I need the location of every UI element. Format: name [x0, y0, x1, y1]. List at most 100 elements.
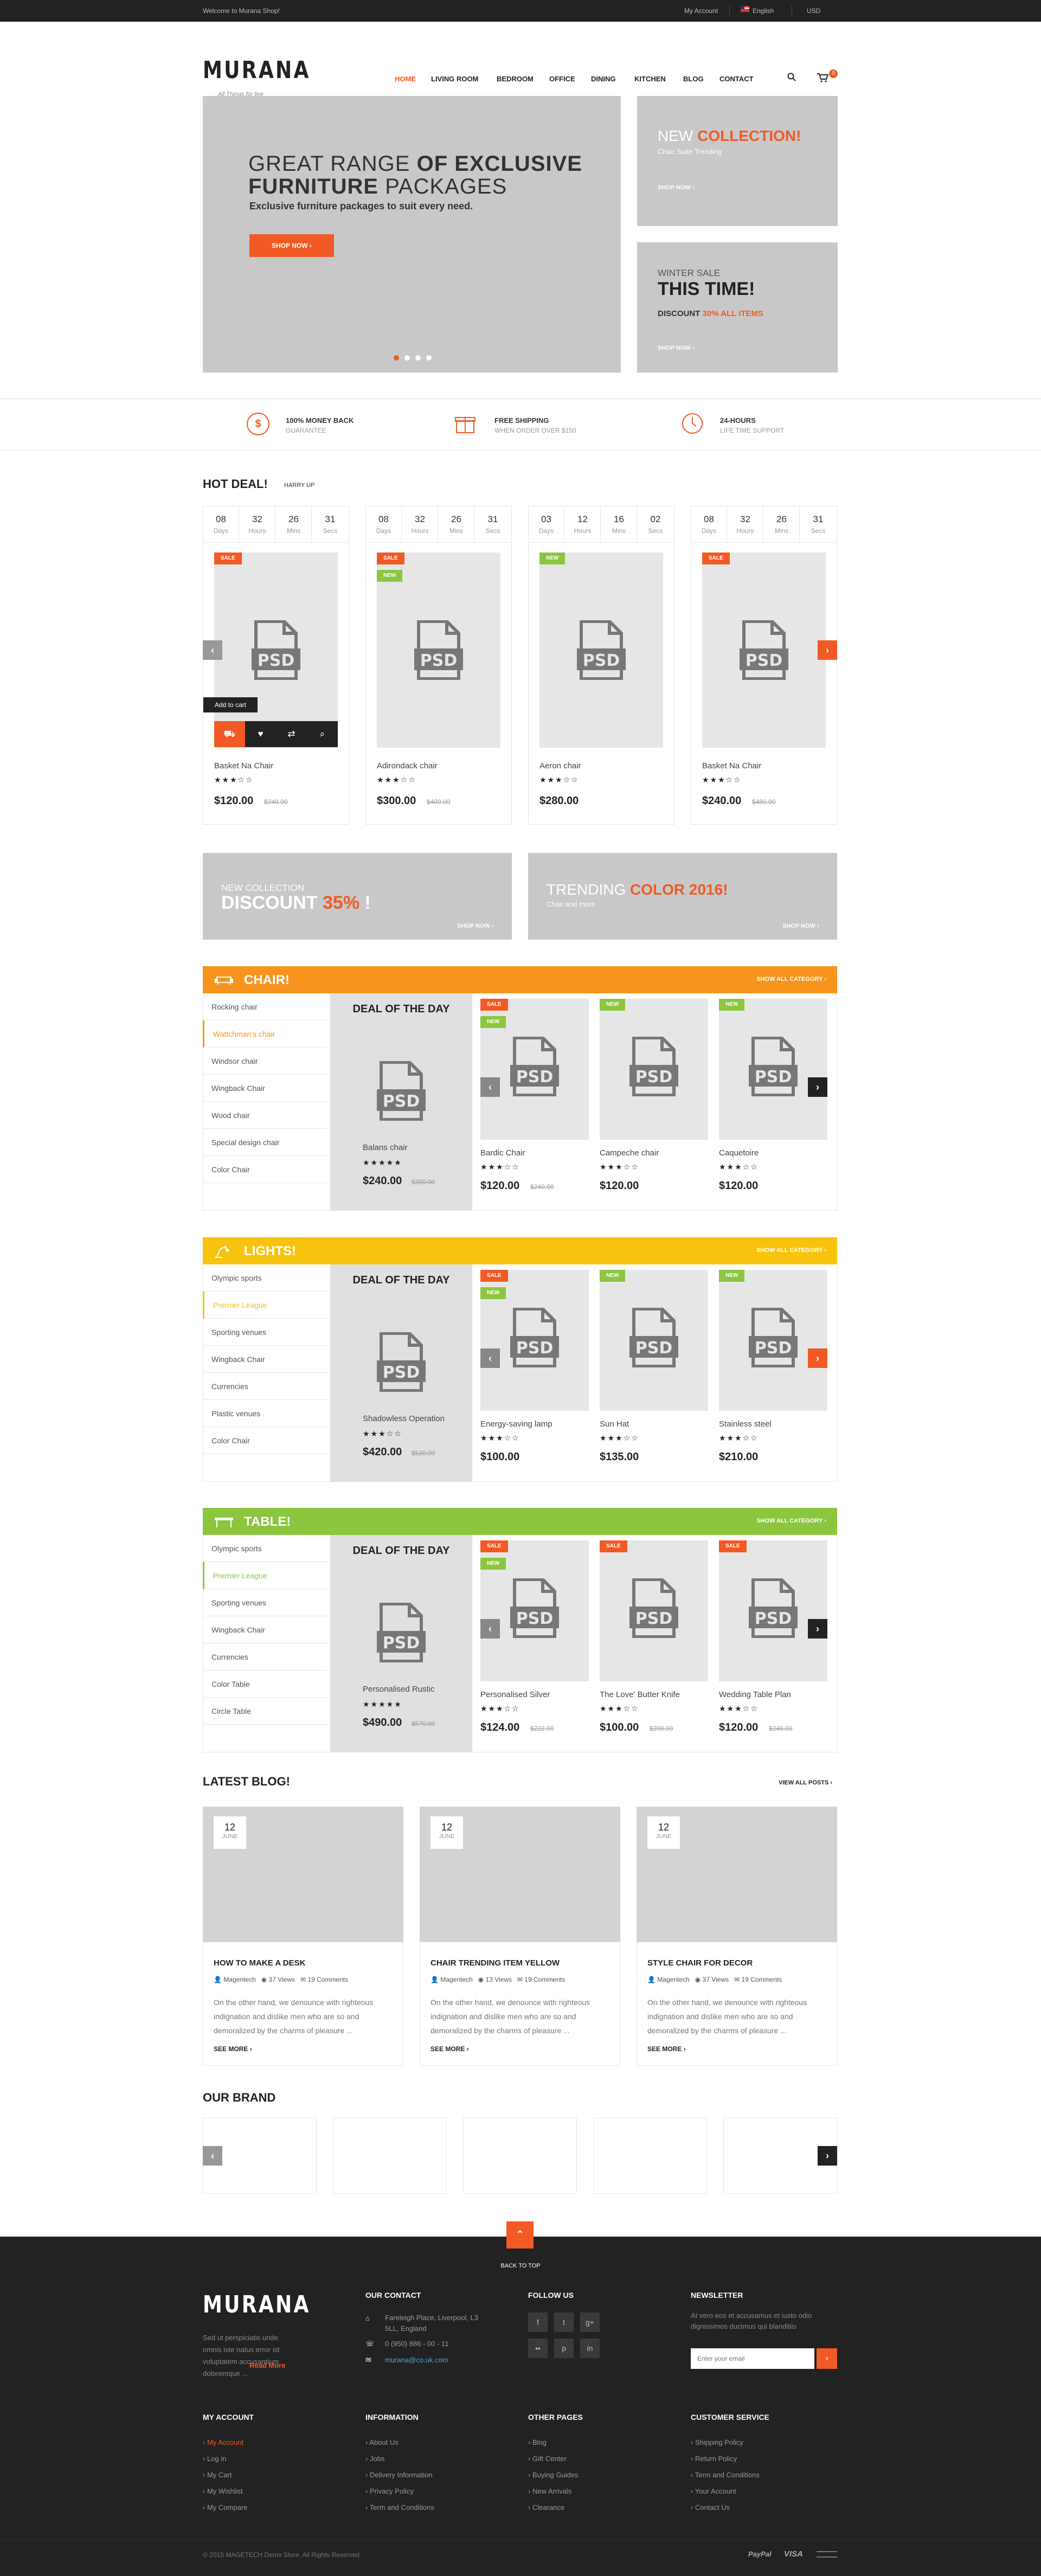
- deal-of-the-day[interactable]: DEAL OF THE DAY PSD Balans chair ★★★★★ $240.…: [330, 993, 472, 1211]
- footer-link[interactable]: › Buying Guides: [528, 2471, 579, 2479]
- category-side-item[interactable]: Circle Table: [203, 1698, 327, 1725]
- linkedin-icon[interactable]: in: [580, 2339, 600, 2358]
- category-side-item[interactable]: Currencies: [203, 1643, 327, 1671]
- currency-select[interactable]: USD: [807, 7, 820, 15]
- footer-link[interactable]: › My Cart: [203, 2471, 232, 2479]
- product-image[interactable]: PSD SALE NEW: [480, 999, 589, 1140]
- product-image[interactable]: PSD NEW: [719, 999, 827, 1140]
- product-name[interactable]: Aeron chair: [539, 761, 581, 770]
- promo-winter-sale[interactable]: [637, 242, 838, 372]
- product-name[interactable]: Campeche chair: [600, 1148, 659, 1158]
- deal-of-the-day[interactable]: DEAL OF THE DAY PSD Personalised Rustic ★★★…: [330, 1535, 472, 1752]
- product-image[interactable]: PSD SALE NEW: [480, 1270, 589, 1411]
- footer-link[interactable]: › My Wishlist: [203, 2487, 243, 2495]
- category-side-item[interactable]: Rocking chair: [203, 993, 327, 1020]
- product-name[interactable]: Energy-saving lamp: [480, 1419, 552, 1429]
- category-side-item[interactable]: Color Chair: [203, 1156, 327, 1183]
- product-image[interactable]: PSD SALE: [719, 1540, 827, 1681]
- product-card[interactable]: PSD SALE Wedding Table Plan ★★★☆☆ $120.00 $24…: [719, 1540, 827, 1746]
- nav-dining[interactable]: DINING: [591, 75, 616, 83]
- product-image[interactable]: PSD NEW: [600, 1270, 708, 1411]
- category-side-item[interactable]: Premier League: [203, 1292, 327, 1319]
- search-icon[interactable]: [787, 73, 796, 84]
- category-side-item[interactable]: Currencies: [203, 1373, 327, 1400]
- product-image[interactable]: PSD NEW: [600, 999, 708, 1140]
- footer-link[interactable]: › New Arrivals: [528, 2487, 571, 2495]
- footer-link[interactable]: › My Account: [203, 2438, 243, 2446]
- product-name[interactable]: Basket Na Chair: [702, 761, 761, 770]
- footer-link[interactable]: › Delivery Information: [365, 2471, 433, 2479]
- hot-deal-card[interactable]: 08 Days 32 Hours 26 Mins 31 Secs PSD SALE NEW Adiro…: [365, 506, 512, 825]
- google-plus-icon[interactable]: g+: [580, 2312, 600, 2332]
- twitter-icon[interactable]: t: [554, 2312, 574, 2332]
- deal-product-name[interactable]: Balans chair: [363, 1143, 408, 1152]
- search-icon[interactable]: ⌕: [307, 721, 338, 747]
- category-prev-arrow[interactable]: ‹: [480, 1348, 500, 1368]
- product-name[interactable]: The Love' Butter Knife: [600, 1690, 680, 1699]
- product-name[interactable]: Basket Na Chair: [214, 761, 273, 770]
- cart-icon[interactable]: ⛟: [214, 721, 245, 747]
- product-card[interactable]: PSD NEW Stainless steel ★★★☆☆ $210.00: [719, 1270, 827, 1476]
- nav-bedroom[interactable]: BEDROOM: [497, 75, 534, 83]
- see-more-link[interactable]: SEE MORE ›: [214, 2045, 252, 2053]
- promo-new-collection[interactable]: [637, 96, 838, 226]
- category-next-arrow[interactable]: ›: [808, 1619, 827, 1639]
- footer-link[interactable]: › Jobs: [365, 2455, 384, 2463]
- product-image[interactable]: PSD SALE: [214, 553, 338, 748]
- product-name[interactable]: Wedding Table Plan: [719, 1690, 791, 1699]
- product-name[interactable]: Stainless steel: [719, 1419, 772, 1429]
- show-all-category-link[interactable]: SHOW ALL CATEGORY ›: [756, 1247, 826, 1254]
- nav-contact[interactable]: CONTACT: [719, 75, 754, 83]
- footer-link[interactable]: › Term and Conditions: [365, 2503, 434, 2511]
- product-image[interactable]: PSD SALE NEW: [480, 1540, 589, 1681]
- footer-read-more[interactable]: Read More: [249, 2361, 285, 2369]
- footer-link[interactable]: › Contact Us: [691, 2503, 730, 2511]
- promo2-shop-now[interactable]: SHOP NOW ›: [658, 345, 695, 351]
- deal-product-name[interactable]: Shadowless Operation: [363, 1414, 445, 1423]
- category-side-item[interactable]: Sporting venues: [203, 1319, 327, 1346]
- product-card[interactable]: PSD SALE The Love' Butter Knife ★★★☆☆ $100.0…: [600, 1540, 708, 1746]
- hot-deal-next-arrow[interactable]: ›: [818, 640, 837, 660]
- category-side-item[interactable]: Olympic sports: [203, 1535, 327, 1562]
- hot-deal-card[interactable]: 03 Days 12 Hours 16 Mins 02 Secs PSD NEW Aeron cha…: [528, 506, 674, 825]
- product-image[interactable]: PSD NEW: [539, 553, 663, 748]
- product-card[interactable]: PSD NEW Campeche chair ★★★☆☆ $120.00: [600, 999, 708, 1205]
- slider-dot-2[interactable]: [404, 355, 410, 361]
- footer-link[interactable]: › Blog: [528, 2438, 547, 2446]
- category-side-item[interactable]: Wattchman's chair: [203, 1020, 327, 1048]
- category-side-item[interactable]: Wood chair: [203, 1102, 327, 1129]
- product-name[interactable]: Sun Hat: [600, 1419, 629, 1429]
- blog-image[interactable]: 12 JUNE: [420, 1807, 620, 1942]
- hero-shop-now-button[interactable]: SHOP NOW ›: [249, 234, 334, 257]
- slider-dot-4[interactable]: [426, 355, 432, 361]
- newsletter-submit-button[interactable]: ›: [817, 2348, 837, 2369]
- back-to-top-button[interactable]: ⌃: [506, 2221, 534, 2249]
- brand-prev-arrow[interactable]: ‹: [203, 2146, 222, 2166]
- footer-link[interactable]: › Clearance: [528, 2503, 564, 2511]
- product-card[interactable]: PSD SALE NEW Energy-saving lamp ★★★☆☆ $100.00: [480, 1270, 589, 1476]
- nav-office[interactable]: OFFICE: [549, 75, 575, 83]
- footer-email[interactable]: murana@co.uk.com: [385, 2356, 448, 2364]
- category-side-item[interactable]: Plastic venues: [203, 1400, 327, 1427]
- product-card[interactable]: PSD SALE NEW Personalised Silver ★★★☆☆ $124.0…: [480, 1540, 589, 1746]
- promo1-shop-now[interactable]: SHOP NOW ›: [658, 184, 695, 191]
- footer-link[interactable]: › Gift Center: [528, 2455, 567, 2463]
- blog-post-title[interactable]: CHAIR TRENDING ITEM YELLOW: [430, 1958, 560, 1968]
- nav-blog[interactable]: BLOG: [683, 75, 704, 83]
- flickr-icon[interactable]: ••: [528, 2339, 548, 2358]
- product-name[interactable]: Personalised Silver: [480, 1690, 550, 1699]
- product-name[interactable]: Adirondack chair: [377, 761, 438, 770]
- footer-link[interactable]: › About Us: [365, 2438, 399, 2446]
- view-all-posts-link[interactable]: VIEW ALL POSTS ›: [779, 1780, 832, 1786]
- hot-deal-card[interactable]: 08 Days 32 Hours 26 Mins 31 Secs PSD SALE Basket N…: [691, 506, 837, 825]
- hot-deal-card[interactable]: 08 Days 32 Hours 26 Mins 31 Secs PSD SALE Add to c…: [203, 506, 349, 825]
- newsletter-email-input[interactable]: [691, 2348, 814, 2369]
- banner1-shop-now[interactable]: SHOP NOW ›: [457, 923, 494, 929]
- blog-image[interactable]: 12 JUNE: [637, 1807, 837, 1942]
- see-more-link[interactable]: SEE MORE ›: [647, 2045, 686, 2053]
- product-card[interactable]: PSD NEW Caquetoire ★★★☆☆ $120.00: [719, 999, 827, 1205]
- product-image[interactable]: PSD SALE NEW: [377, 553, 500, 748]
- category-side-item[interactable]: Special design chair: [203, 1129, 327, 1156]
- product-card[interactable]: PSD NEW Sun Hat ★★★☆☆ $135.00: [600, 1270, 708, 1476]
- show-all-category-link[interactable]: SHOW ALL CATEGORY ›: [756, 976, 826, 982]
